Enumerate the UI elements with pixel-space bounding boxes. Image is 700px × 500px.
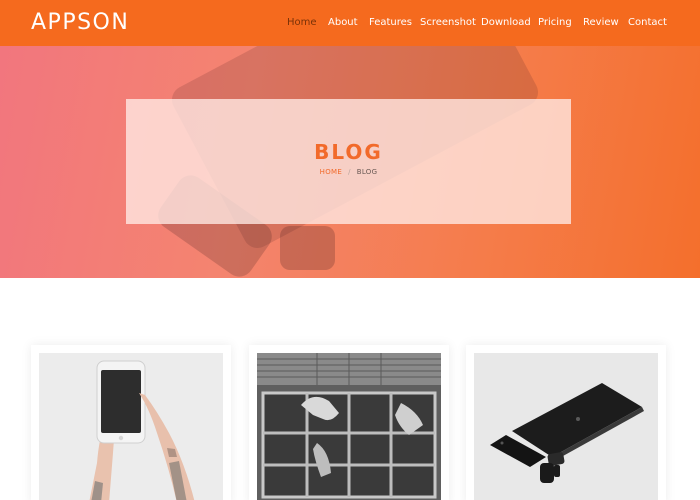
hands-holding-smartphone-photo	[39, 353, 223, 500]
blog-card[interactable]	[249, 345, 449, 500]
laptop-phone-smartwatch-photo	[474, 353, 658, 500]
nav-item-contact[interactable]: Contact	[628, 17, 667, 28]
nav-item-about[interactable]: About	[328, 17, 358, 28]
black-and-white-hands-on-window-photo	[257, 353, 441, 500]
site-logo[interactable]: APPSON	[31, 10, 129, 35]
nav-item-review[interactable]: Review	[583, 17, 619, 28]
hero-watch-shape	[280, 226, 335, 270]
page-title: BLOG	[314, 140, 383, 164]
page-title-box: BLOG HOME / BLOG	[126, 99, 571, 224]
page-hero-banner: BLOG HOME / BLOG	[0, 46, 700, 278]
breadcrumb-current: BLOG	[356, 168, 378, 176]
breadcrumb-home-link[interactable]: HOME	[320, 168, 342, 176]
blog-card[interactable]	[31, 345, 231, 500]
breadcrumb-separator: /	[348, 168, 351, 176]
nav-item-pricing[interactable]: Pricing	[538, 17, 572, 28]
nav-item-download[interactable]: Download	[481, 17, 531, 28]
blog-card-image[interactable]	[39, 353, 223, 500]
nav-item-screenshot[interactable]: Screenshot	[420, 17, 476, 28]
breadcrumb: HOME / BLOG	[126, 168, 571, 176]
blog-card-image[interactable]	[257, 353, 441, 500]
nav-item-home[interactable]: Home	[287, 17, 317, 28]
blog-card-image[interactable]	[474, 353, 658, 500]
nav-item-features[interactable]: Features	[369, 17, 412, 28]
site-header: APPSON Home About Features Screenshot Do…	[0, 0, 700, 46]
blog-card[interactable]	[466, 345, 666, 500]
